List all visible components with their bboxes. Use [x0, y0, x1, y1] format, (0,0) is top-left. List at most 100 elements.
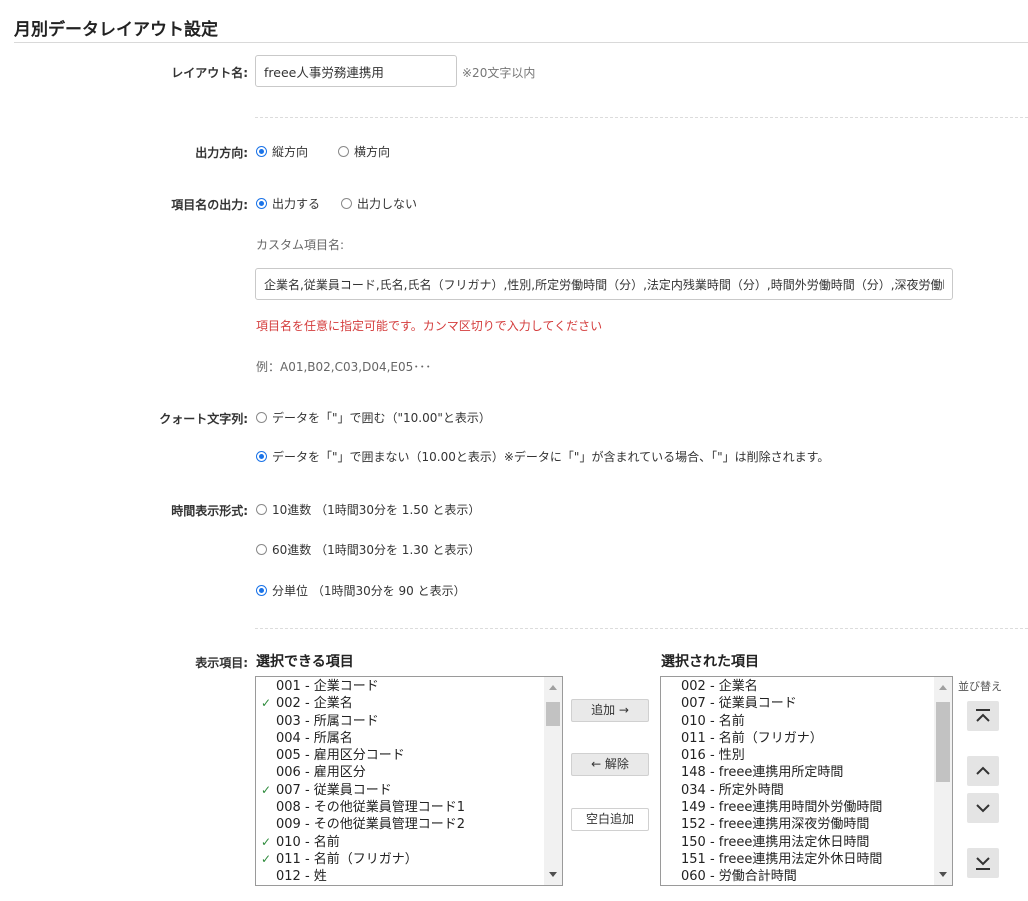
selected-list-item-label: 152 - freee連携用深夜労働時間 — [681, 817, 870, 833]
available-items-heading: 選択できる項目 — [256, 654, 354, 670]
available-list-item-label: 001 - 企業コード — [276, 679, 379, 694]
check-icon: ✓ — [261, 834, 272, 849]
available-list-item[interactable]: 009 - その他従業員管理コード2 — [256, 816, 544, 833]
available-list-item[interactable]: ✓ 011 - 名前（フリガナ） — [256, 851, 544, 868]
selected-list-item[interactable]: 011 - 名前（フリガナ） — [661, 730, 934, 747]
available-list-item-label: 010 - 名前 — [276, 834, 340, 850]
available-list-item-label: 003 - 所属コード — [276, 713, 379, 729]
radio-minutes[interactable]: 分単位 （1時間30分を 90 と表示） — [256, 582, 466, 599]
selected-list-item[interactable]: 016 - 性別 — [661, 747, 934, 764]
available-list-item-label: 004 - 所属名 — [276, 730, 353, 746]
available-list-item[interactable]: 005 - 雇用区分コード — [256, 747, 544, 764]
available-list-item[interactable]: ✓ 007 - 従業員コード — [256, 782, 544, 799]
selected-scrollbar[interactable] — [934, 677, 952, 885]
add-button[interactable]: 追加 → — [571, 699, 649, 722]
move-down-button[interactable] — [967, 793, 999, 823]
remove-button[interactable]: ← 解除 — [571, 753, 649, 776]
move-bottom-button[interactable] — [967, 848, 999, 878]
available-list-item[interactable]: 003 - 所属コード — [256, 713, 544, 730]
available-list-item[interactable]: 006 - 雇用区分 — [256, 764, 544, 781]
radio-quote-off[interactable]: データを「"」で囲まない（10.00と表示）※データに「"」が含まれている場合、… — [256, 448, 829, 465]
move-top-icon — [976, 709, 990, 722]
available-list-item-label: 005 - 雇用区分コード — [276, 748, 405, 764]
display-items-label: 表示項目: — [195, 656, 248, 670]
selected-list-item-label: 011 - 名前（フリガナ） — [681, 730, 823, 746]
move-top-button[interactable] — [967, 701, 999, 731]
radio-output-off[interactable]: 出力しない — [341, 195, 417, 212]
radio-decimal[interactable]: 10進数 （1時間30分を 1.50 と表示） — [256, 501, 480, 518]
available-list-item-label: 002 - 企業名 — [276, 696, 353, 712]
available-list-item-label: 012 - 姓 — [276, 869, 327, 885]
radio-quote-off-dot[interactable] — [256, 451, 267, 462]
available-list-item[interactable]: 012 - 姓 — [256, 868, 544, 885]
selected-items-heading: 選択された項目 — [661, 654, 759, 670]
radio-horizontal-dot[interactable] — [338, 146, 349, 157]
section-divider-2 — [255, 628, 1028, 629]
selected-list-item-label: 016 - 性別 — [681, 748, 745, 764]
radio-quote-on[interactable]: データを「"」で囲む（"10.00"と表示） — [256, 409, 491, 426]
selected-items-container: 002 - 企業名 007 - 従業員コード 010 - 名前 011 - 名前（フリ… — [661, 678, 934, 885]
selected-list-item-label: 149 - freee連携用時間外労働時間 — [681, 800, 883, 816]
radio-output-off-dot[interactable] — [341, 198, 352, 209]
radio-minutes-dot[interactable] — [256, 585, 267, 596]
selected-list-item[interactable]: 002 - 企業名 — [661, 678, 934, 695]
custom-header-input[interactable] — [255, 268, 953, 300]
header-output-label: 項目名の出力: — [171, 198, 248, 212]
radio-output-on-label: 出力する — [272, 197, 321, 211]
radio-vertical-dot[interactable] — [256, 146, 267, 157]
selected-items-list[interactable]: 002 - 企業名 007 - 従業員コード 010 - 名前 011 - 名前（フリ… — [660, 676, 953, 886]
available-list-item[interactable]: 001 - 企業コード — [256, 678, 544, 695]
layout-name-input[interactable] — [255, 55, 457, 87]
available-list-item[interactable]: ✓ 002 - 企業名 — [256, 695, 544, 712]
radio-sexagesimal-dot[interactable] — [256, 544, 267, 555]
available-list-item[interactable]: 008 - その他従業員管理コード1 — [256, 799, 544, 816]
radio-decimal-dot[interactable] — [256, 504, 267, 515]
radio-sexagesimal[interactable]: 60進数 （1時間30分を 1.30 と表示） — [256, 541, 480, 558]
selected-scroll-thumb[interactable] — [936, 702, 950, 782]
available-scrollbar[interactable] — [544, 677, 562, 885]
selected-list-item[interactable]: 060 - 労働合計時間 — [661, 868, 934, 885]
available-list-item-label: 011 - 名前（フリガナ） — [276, 851, 418, 867]
selected-list-item-label: 007 - 従業員コード — [681, 696, 797, 712]
selected-list-item[interactable]: 007 - 従業員コード — [661, 695, 934, 712]
available-list-item[interactable]: ✓ 010 - 名前 — [256, 834, 544, 851]
scroll-up-icon[interactable] — [549, 685, 557, 690]
add-blank-button[interactable]: 空白追加 — [571, 808, 649, 831]
radio-quote-on-dot[interactable] — [256, 412, 267, 423]
radio-horizontal[interactable]: 横方向 — [338, 143, 390, 160]
scroll-down-icon[interactable] — [939, 872, 947, 877]
radio-output-on-dot[interactable] — [256, 198, 267, 209]
quote-label: クォート文字列: — [159, 412, 248, 426]
selected-list-item[interactable]: 150 - freee連携用法定休日時間 — [661, 834, 934, 851]
selected-list-item-label: 010 - 名前 — [681, 713, 745, 729]
available-list-item-label: 007 - 従業員コード — [276, 782, 392, 798]
custom-header-label: カスタム項目名: — [256, 238, 345, 252]
selected-list-item-label: 151 - freee連携用法定外休日時間 — [681, 851, 883, 867]
available-list-item[interactable]: 004 - 所属名 — [256, 730, 544, 747]
available-items-list[interactable]: 001 - 企業コード ✓ 002 - 企業名 003 - 所属コード 004 - 所属… — [255, 676, 563, 886]
custom-header-error: 項目名を任意に指定可能です。カンマ区切りで入力してください — [256, 319, 603, 333]
selected-list-item[interactable]: 148 - freee連携用所定時間 — [661, 764, 934, 781]
scroll-up-icon[interactable] — [939, 685, 947, 690]
time-format-label: 時間表示形式: — [171, 504, 248, 518]
selected-list-item[interactable]: 034 - 所定外時間 — [661, 782, 934, 799]
radio-sexagesimal-label: 60進数 （1時間30分を 1.30 と表示） — [272, 543, 481, 557]
scroll-down-icon[interactable] — [549, 872, 557, 877]
selected-list-item-label: 002 - 企業名 — [681, 679, 758, 694]
radio-output-off-label: 出力しない — [357, 197, 418, 211]
available-scroll-thumb[interactable] — [546, 702, 560, 726]
selected-list-item[interactable]: 152 - freee連携用深夜労働時間 — [661, 816, 934, 833]
selected-list-item[interactable]: 010 - 名前 — [661, 713, 934, 730]
available-list-item-label: 009 - その他従業員管理コード2 — [276, 817, 466, 833]
move-up-button[interactable] — [967, 756, 999, 786]
radio-output-on[interactable]: 出力する — [256, 195, 320, 212]
selected-list-item[interactable]: 151 - freee連携用法定外休日時間 — [661, 851, 934, 868]
selected-list-item[interactable]: 149 - freee連携用時間外労働時間 — [661, 799, 934, 816]
layout-name-label: レイアウト名: — [171, 66, 248, 80]
chevron-up-icon — [976, 766, 990, 775]
section-divider — [255, 117, 1028, 118]
radio-vertical[interactable]: 縦方向 — [256, 143, 308, 160]
selected-list-item-label: 060 - 労働合計時間 — [681, 869, 797, 885]
check-icon: ✓ — [261, 782, 272, 797]
check-icon: ✓ — [261, 696, 272, 711]
